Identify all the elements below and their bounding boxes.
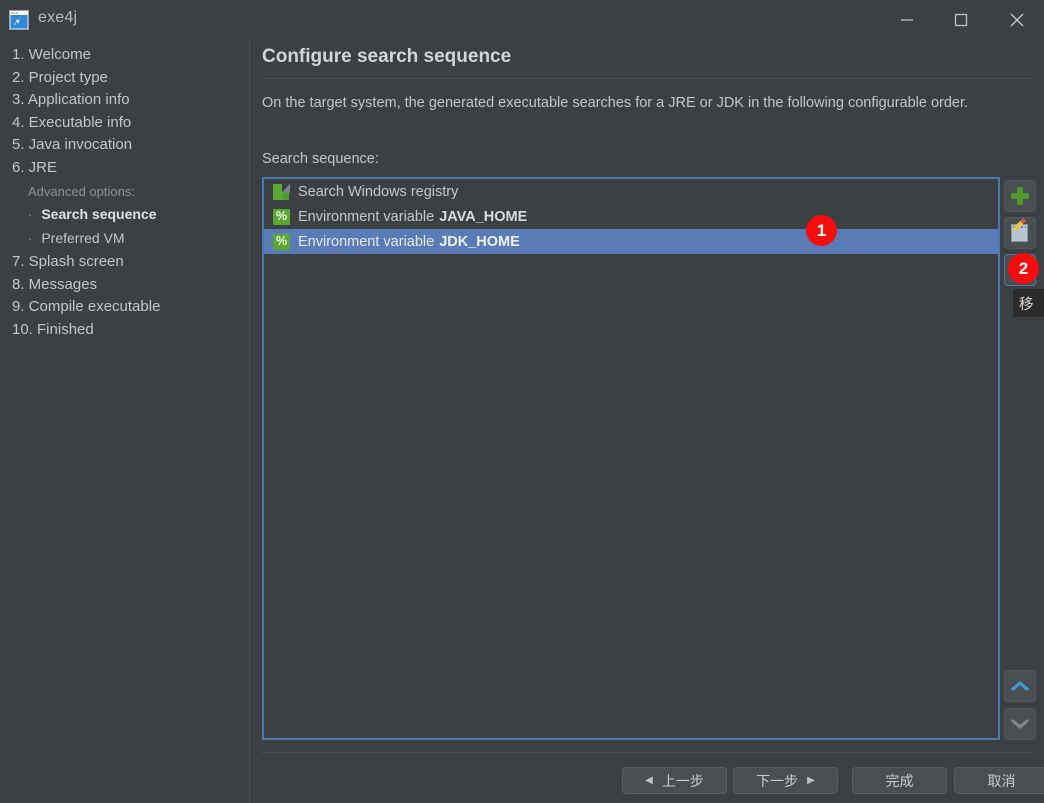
bullet-icon: · bbox=[28, 231, 32, 246]
chevron-down-icon bbox=[1010, 717, 1030, 731]
close-button[interactable] bbox=[994, 0, 1040, 40]
main-content: Configure search sequence On the target … bbox=[250, 40, 1044, 803]
edit-entry-button[interactable] bbox=[1004, 217, 1036, 249]
wizard-steps-sidebar: 1. Welcome 2. Project type 3. Applicatio… bbox=[0, 40, 249, 803]
move-up-button[interactable] bbox=[1004, 670, 1036, 702]
chevron-up-icon bbox=[1010, 679, 1030, 693]
sidebar-group-advanced-options: Advanced options: bbox=[28, 182, 135, 202]
sidebar-item-label: Search sequence bbox=[41, 206, 156, 222]
remove-button-tooltip: 移 bbox=[1013, 289, 1044, 317]
sidebar-item-application-info[interactable]: 3. Application info bbox=[12, 89, 130, 111]
exe4j-wizard-window: exe4j 1. Welcome 2. Project type 3. Appl… bbox=[0, 0, 1044, 803]
list-item-label: Search Windows registry bbox=[298, 184, 458, 200]
minimize-button[interactable] bbox=[884, 0, 930, 40]
sidebar-item-compile-executable[interactable]: 9. Compile executable bbox=[12, 296, 160, 318]
sidebar-item-messages[interactable]: 8. Messages bbox=[12, 274, 97, 296]
close-icon bbox=[1009, 12, 1025, 28]
list-item[interactable]: % Environment variable JDK_HOME bbox=[264, 229, 998, 254]
minimize-icon bbox=[900, 13, 914, 27]
exe4j-app-icon bbox=[9, 10, 29, 30]
page-description: On the target system, the generated exec… bbox=[262, 91, 1020, 115]
finish-button[interactable]: 完成 bbox=[852, 767, 947, 794]
list-item-variable: JAVA_HOME bbox=[439, 209, 527, 225]
sidebar-item-splash-screen[interactable]: 7. Splash screen bbox=[12, 251, 124, 273]
finish-button-label: 完成 bbox=[886, 771, 914, 791]
cancel-button-label: 取消 bbox=[988, 771, 1016, 791]
list-item[interactable]: % Environment variable JAVA_HOME bbox=[264, 204, 998, 229]
previous-button-label: 上一步 bbox=[662, 771, 704, 791]
sidebar-item-finished[interactable]: 10. Finished bbox=[12, 319, 94, 341]
sidebar-item-project-type[interactable]: 2. Project type bbox=[12, 67, 108, 89]
list-item[interactable]: Search Windows registry bbox=[264, 179, 998, 204]
registry-icon bbox=[273, 184, 290, 200]
sidebar-item-java-invocation[interactable]: 5. Java invocation bbox=[12, 134, 132, 156]
arrow-right-icon: ▶ bbox=[807, 775, 815, 786]
sidebar-item-jre[interactable]: 6. JRE bbox=[12, 157, 57, 179]
plus-icon bbox=[1011, 187, 1029, 205]
search-sequence-list[interactable]: Search Windows registry % Environment va… bbox=[262, 177, 1000, 740]
sidebar-item-search-sequence[interactable]: · Search sequence bbox=[28, 204, 157, 225]
percent-icon: % bbox=[273, 234, 290, 250]
next-button[interactable]: 下一步 ▶ bbox=[733, 767, 838, 794]
page-title: Configure search sequence bbox=[262, 46, 511, 68]
maximize-button[interactable] bbox=[938, 0, 984, 40]
window-title: exe4j bbox=[38, 9, 77, 27]
cancel-button[interactable]: 取消 bbox=[954, 767, 1044, 794]
list-item-label: Environment variable bbox=[298, 209, 434, 225]
edit-pencil-icon bbox=[1010, 223, 1030, 243]
sidebar-item-executable-info[interactable]: 4. Executable info bbox=[12, 112, 131, 134]
percent-icon: % bbox=[273, 209, 290, 225]
search-sequence-label: Search sequence: bbox=[262, 151, 379, 167]
title-separator bbox=[262, 78, 1032, 79]
footer-separator bbox=[262, 752, 1032, 753]
sidebar-item-preferred-vm[interactable]: · Preferred VM bbox=[28, 228, 125, 249]
annotation-marker-2: 2 bbox=[1008, 253, 1039, 284]
next-button-label: 下一步 bbox=[756, 771, 798, 791]
maximize-icon bbox=[954, 13, 968, 27]
sidebar-item-welcome[interactable]: 1. Welcome bbox=[12, 44, 91, 66]
sidebar-item-label: Preferred VM bbox=[41, 230, 124, 246]
arrow-left-icon: ◀ bbox=[645, 775, 653, 786]
title-bar: exe4j bbox=[0, 0, 1044, 40]
list-item-label: Environment variable bbox=[298, 234, 434, 250]
previous-button[interactable]: ◀ 上一步 bbox=[622, 767, 727, 794]
add-entry-button[interactable] bbox=[1004, 180, 1036, 212]
annotation-marker-1: 1 bbox=[806, 215, 837, 246]
move-down-button[interactable] bbox=[1004, 708, 1036, 740]
list-item-variable: JDK_HOME bbox=[439, 234, 520, 250]
bullet-icon: · bbox=[28, 207, 32, 222]
